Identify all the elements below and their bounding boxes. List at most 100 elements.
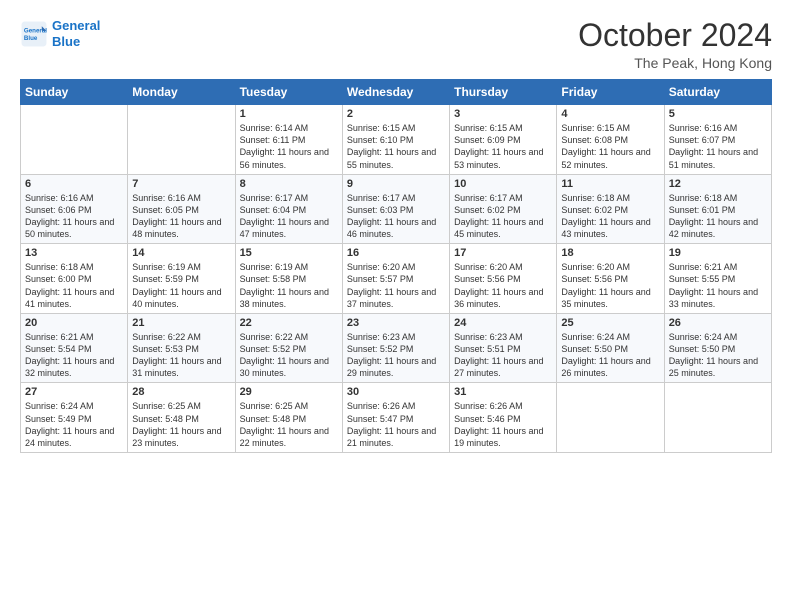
cell-0-6: 5 Sunrise: 6:16 AMSunset: 6:07 PMDaylight… <box>664 105 771 175</box>
cell-text-2-2: Sunrise: 6:19 AMSunset: 5:58 PMDaylight:… <box>240 261 338 310</box>
cell-1-5: 11 Sunrise: 6:18 AMSunset: 6:02 PMDayligh… <box>557 174 664 244</box>
cell-text-1-2: Sunrise: 6:17 AMSunset: 6:04 PMDaylight:… <box>240 192 338 241</box>
day-num-1-3: 9 <box>347 178 445 190</box>
day-num-2-1: 14 <box>132 247 230 259</box>
logo-line1: General <box>52 18 100 33</box>
header-row: General Blue General Blue October 2024 T… <box>20 18 772 71</box>
day-num-3-4: 24 <box>454 317 552 329</box>
cell-0-4: 3 Sunrise: 6:15 AMSunset: 6:09 PMDaylight… <box>450 105 557 175</box>
cell-text-1-4: Sunrise: 6:17 AMSunset: 6:02 PMDaylight:… <box>454 192 552 241</box>
page: General Blue General Blue October 2024 T… <box>0 0 792 612</box>
logo: General Blue General Blue <box>20 18 100 49</box>
cell-1-3: 9 Sunrise: 6:17 AMSunset: 6:03 PMDaylight… <box>342 174 449 244</box>
cell-1-1: 7 Sunrise: 6:16 AMSunset: 6:05 PMDaylight… <box>128 174 235 244</box>
cell-4-4: 31Sunrise: 6:26 AMSunset: 5:46 PMDayligh… <box>450 383 557 453</box>
week-row-2: 13 Sunrise: 6:18 AMSunset: 6:00 PMDayligh… <box>21 244 772 314</box>
day-num-3-3: 23 <box>347 317 445 329</box>
calendar: Sunday Monday Tuesday Wednesday Thursday… <box>20 79 772 453</box>
cell-4-2: 29Sunrise: 6:25 AMSunset: 5:48 PMDayligh… <box>235 383 342 453</box>
day-num-4-4: 31 <box>454 386 552 398</box>
day-num-1-6: 12 <box>669 178 767 190</box>
day-num-0-4: 3 <box>454 108 552 120</box>
cell-text-4-1: Sunrise: 6:25 AMSunset: 5:48 PMDaylight:… <box>132 400 230 449</box>
cell-text-0-3: Sunrise: 6:15 AMSunset: 6:10 PMDaylight:… <box>347 122 445 171</box>
cell-3-2: 22 Sunrise: 6:22 AMSunset: 5:52 PMDayligh… <box>235 313 342 383</box>
week-row-1: 6 Sunrise: 6:16 AMSunset: 6:06 PMDaylight… <box>21 174 772 244</box>
cell-4-3: 30 Sunrise: 6:26 AMSunset: 5:47 PMDayligh… <box>342 383 449 453</box>
day-num-2-4: 17 <box>454 247 552 259</box>
cell-text-0-6: Sunrise: 6:16 AMSunset: 6:07 PMDaylight:… <box>669 122 767 171</box>
cell-text-4-0: Sunrise: 6:24 AMSunset: 5:49 PMDaylight:… <box>25 400 123 449</box>
day-num-4-3: 30 <box>347 386 445 398</box>
cell-3-0: 20 Sunrise: 6:21 AMSunset: 5:54 PMDayligh… <box>21 313 128 383</box>
logo-icon: General Blue <box>20 20 48 48</box>
header-thursday: Thursday <box>450 80 557 105</box>
week-row-3: 20 Sunrise: 6:21 AMSunset: 5:54 PMDayligh… <box>21 313 772 383</box>
cell-4-5 <box>557 383 664 453</box>
cell-text-1-3: Sunrise: 6:17 AMSunset: 6:03 PMDaylight:… <box>347 192 445 241</box>
day-num-1-1: 7 <box>132 178 230 190</box>
month-title: October 2024 <box>578 18 772 53</box>
day-num-0-5: 4 <box>561 108 659 120</box>
cell-text-2-0: Sunrise: 6:18 AMSunset: 6:00 PMDaylight:… <box>25 261 123 310</box>
cell-2-2: 15 Sunrise: 6:19 AMSunset: 5:58 PMDayligh… <box>235 244 342 314</box>
cell-0-3: 2 Sunrise: 6:15 AMSunset: 6:10 PMDaylight… <box>342 105 449 175</box>
cell-3-4: 24 Sunrise: 6:23 AMSunset: 5:51 PMDayligh… <box>450 313 557 383</box>
cell-1-2: 8 Sunrise: 6:17 AMSunset: 6:04 PMDaylight… <box>235 174 342 244</box>
cell-text-3-4: Sunrise: 6:23 AMSunset: 5:51 PMDaylight:… <box>454 331 552 380</box>
cell-3-5: 25 Sunrise: 6:24 AMSunset: 5:50 PMDayligh… <box>557 313 664 383</box>
day-num-1-0: 6 <box>25 178 123 190</box>
cell-0-5: 4 Sunrise: 6:15 AMSunset: 6:08 PMDaylight… <box>557 105 664 175</box>
day-num-0-6: 5 <box>669 108 767 120</box>
cell-2-0: 13 Sunrise: 6:18 AMSunset: 6:00 PMDayligh… <box>21 244 128 314</box>
day-num-0-3: 2 <box>347 108 445 120</box>
day-num-0-2: 1 <box>240 108 338 120</box>
cell-0-2: 1Sunrise: 6:14 AMSunset: 6:11 PMDaylight… <box>235 105 342 175</box>
day-num-1-5: 11 <box>561 178 659 190</box>
calendar-header-row: Sunday Monday Tuesday Wednesday Thursday… <box>21 80 772 105</box>
day-num-1-2: 8 <box>240 178 338 190</box>
cell-text-3-2: Sunrise: 6:22 AMSunset: 5:52 PMDaylight:… <box>240 331 338 380</box>
day-num-2-6: 19 <box>669 247 767 259</box>
day-num-2-2: 15 <box>240 247 338 259</box>
cell-text-2-3: Sunrise: 6:20 AMSunset: 5:57 PMDaylight:… <box>347 261 445 310</box>
day-num-4-2: 29 <box>240 386 338 398</box>
cell-text-2-6: Sunrise: 6:21 AMSunset: 5:55 PMDaylight:… <box>669 261 767 310</box>
logo-line2: Blue <box>52 34 80 49</box>
cell-3-1: 21Sunrise: 6:22 AMSunset: 5:53 PMDayligh… <box>128 313 235 383</box>
day-num-3-0: 20 <box>25 317 123 329</box>
cell-text-2-1: Sunrise: 6:19 AMSunset: 5:59 PMDaylight:… <box>132 261 230 310</box>
cell-4-1: 28Sunrise: 6:25 AMSunset: 5:48 PMDayligh… <box>128 383 235 453</box>
day-num-3-2: 22 <box>240 317 338 329</box>
cell-4-0: 27 Sunrise: 6:24 AMSunset: 5:49 PMDayligh… <box>21 383 128 453</box>
header-friday: Friday <box>557 80 664 105</box>
day-num-3-5: 25 <box>561 317 659 329</box>
cell-2-1: 14 Sunrise: 6:19 AMSunset: 5:59 PMDayligh… <box>128 244 235 314</box>
cell-text-1-5: Sunrise: 6:18 AMSunset: 6:02 PMDaylight:… <box>561 192 659 241</box>
day-num-2-0: 13 <box>25 247 123 259</box>
day-num-1-4: 10 <box>454 178 552 190</box>
day-num-4-0: 27 <box>25 386 123 398</box>
cell-text-1-6: Sunrise: 6:18 AMSunset: 6:01 PMDaylight:… <box>669 192 767 241</box>
day-num-3-1: 21 <box>132 317 230 329</box>
day-num-2-5: 18 <box>561 247 659 259</box>
cell-text-3-5: Sunrise: 6:24 AMSunset: 5:50 PMDaylight:… <box>561 331 659 380</box>
logo-text: General Blue <box>52 18 100 49</box>
title-block: October 2024 The Peak, Hong Kong <box>578 18 772 71</box>
day-num-3-6: 26 <box>669 317 767 329</box>
cell-text-3-0: Sunrise: 6:21 AMSunset: 5:54 PMDaylight:… <box>25 331 123 380</box>
cell-text-1-1: Sunrise: 6:16 AMSunset: 6:05 PMDaylight:… <box>132 192 230 241</box>
cell-1-4: 10 Sunrise: 6:17 AMSunset: 6:02 PMDayligh… <box>450 174 557 244</box>
header-wednesday: Wednesday <box>342 80 449 105</box>
cell-2-6: 19 Sunrise: 6:21 AMSunset: 5:55 PMDayligh… <box>664 244 771 314</box>
cell-text-0-5: Sunrise: 6:15 AMSunset: 6:08 PMDaylight:… <box>561 122 659 171</box>
header-tuesday: Tuesday <box>235 80 342 105</box>
cell-text-0-4: Sunrise: 6:15 AMSunset: 6:09 PMDaylight:… <box>454 122 552 171</box>
header-saturday: Saturday <box>664 80 771 105</box>
cell-1-6: 12 Sunrise: 6:18 AMSunset: 6:01 PMDayligh… <box>664 174 771 244</box>
cell-text-1-0: Sunrise: 6:16 AMSunset: 6:06 PMDaylight:… <box>25 192 123 241</box>
cell-text-4-3: Sunrise: 6:26 AMSunset: 5:47 PMDaylight:… <box>347 400 445 449</box>
cell-3-6: 26Sunrise: 6:24 AMSunset: 5:50 PMDayligh… <box>664 313 771 383</box>
cell-2-5: 18Sunrise: 6:20 AMSunset: 5:56 PMDayligh… <box>557 244 664 314</box>
cell-0-0 <box>21 105 128 175</box>
